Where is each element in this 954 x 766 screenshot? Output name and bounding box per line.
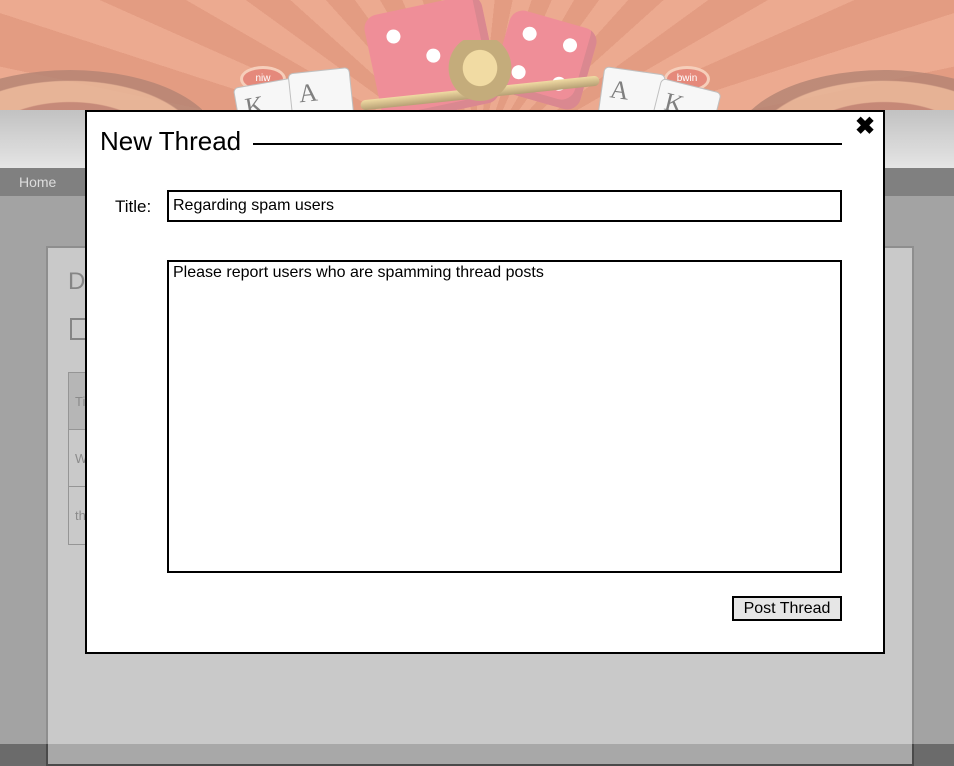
thread-title-input[interactable] [167,190,842,222]
close-icon[interactable]: ✖ [853,115,877,139]
dialog-title: New Thread [100,126,252,157]
post-thread-button[interactable]: Post Thread [732,596,842,621]
new-thread-dialog: New Thread ✖ Title: Please report users … [85,110,885,654]
title-field-label: Title: [115,197,152,216]
title-divider-line [253,143,842,145]
thread-body-textarea[interactable]: Please report users who are spamming thr… [167,260,842,573]
